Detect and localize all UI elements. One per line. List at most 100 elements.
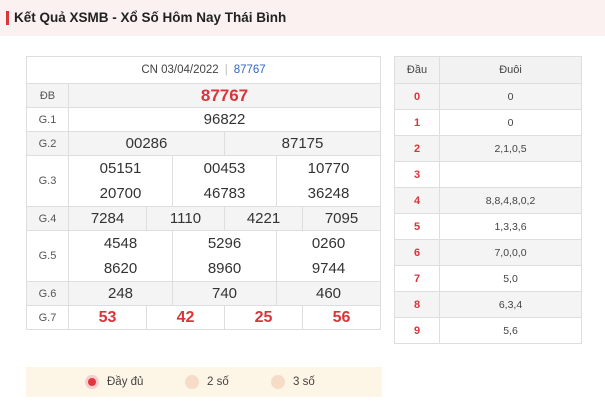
- prize-number: 9744: [311, 260, 346, 277]
- prize-number: 05151: [99, 160, 142, 177]
- prize-number: 7095: [302, 206, 381, 231]
- radio-icon[interactable]: [185, 374, 199, 389]
- loto-tail: 6,3,4: [439, 291, 582, 318]
- prize-label: G.6: [26, 281, 69, 306]
- prize-number: 87175: [224, 131, 381, 156]
- prize-row-g7: G.7 53 42 25 56: [26, 305, 381, 330]
- header-accent-bar: [6, 11, 9, 25]
- prize-number: 25: [224, 305, 303, 330]
- prize-number: 5296: [207, 235, 242, 252]
- prize-cell: 10770 36248: [276, 155, 381, 207]
- prize-number: 4548: [103, 235, 138, 252]
- loto-tail: 8,8,4,8,0,2: [439, 187, 582, 214]
- option-3-digits[interactable]: 3 số: [271, 374, 315, 390]
- prize-row-db: ĐB 87767: [26, 83, 381, 108]
- loto-tail: 1,3,3,6: [439, 213, 582, 240]
- prize-cell: 0260 9744: [276, 230, 381, 282]
- loto-row: 00: [394, 83, 582, 110]
- loto-tail: 0: [439, 83, 582, 110]
- loto-row: 7 5,0: [394, 265, 582, 292]
- prize-number: 46783: [203, 185, 246, 202]
- option-2-digits[interactable]: 2 số: [185, 374, 229, 390]
- loto-head: 0: [394, 83, 440, 110]
- prize-number: 36248: [307, 185, 350, 202]
- loto-head: 2: [394, 135, 440, 162]
- draw-code-link[interactable]: 87767: [234, 64, 266, 76]
- prize-row-g1: G.1 96822: [26, 107, 381, 132]
- results-table: CN 03/04/2022 | 87767 ĐB 87767 G.1 96822 G…: [26, 56, 381, 330]
- prize-number: 248: [68, 281, 173, 306]
- prize-number: 96822: [68, 107, 381, 132]
- page-title: Kết Quả XSMB - Xổ Số Hôm Nay Thái Bình: [14, 10, 287, 25]
- display-options: Đầy đủ 2 số 3 số: [26, 367, 382, 397]
- prize-label: G.5: [26, 230, 69, 282]
- loto-tail: 5,0: [439, 265, 582, 292]
- loto-tail: [439, 161, 582, 188]
- prize-label: G.7: [26, 305, 69, 330]
- loto-head: 5: [394, 213, 440, 240]
- loto-head: 3: [394, 161, 440, 188]
- prize-row-g3: G.3 05151 20700 00453 46783 10770 36248: [26, 155, 381, 207]
- prize-number: 7284: [68, 206, 147, 231]
- loto-row: 10: [394, 109, 582, 136]
- prize-number: 8620: [103, 260, 138, 277]
- loto-header-tail: Đuôi: [439, 56, 582, 84]
- loto-head: 1: [394, 109, 440, 136]
- prize-row-g4: G.4 7284 1110 4221 7095: [26, 206, 381, 231]
- prize-label: G.4: [26, 206, 69, 231]
- loto-head: 6: [394, 239, 440, 266]
- prize-cell: 5296 8960: [172, 230, 277, 282]
- loto-head: 8: [394, 291, 440, 318]
- date-separator: |: [224, 64, 228, 76]
- prize-number: 1110: [146, 206, 225, 231]
- loto-table: Đầu Đuôi 00 10 2 2,1,0,5 3 4 8,8,4,8,0,2 5…: [394, 56, 582, 344]
- draw-date-row: CN 03/04/2022 | 87767: [26, 56, 381, 84]
- loto-row: 9 5,6: [394, 317, 582, 344]
- loto-head: 9: [394, 317, 440, 344]
- page-header: Kết Quả XSMB - Xổ Số Hôm Nay Thái Bình: [0, 0, 605, 36]
- option-label: 2 số: [207, 376, 229, 388]
- loto-tail: 7,0,0,0: [439, 239, 582, 266]
- prize-number: 00286: [68, 131, 225, 156]
- loto-row: 5 1,3,3,6: [394, 213, 582, 240]
- prize-number: 10770: [307, 160, 350, 177]
- draw-date: CN 03/04/2022: [141, 64, 219, 76]
- prize-number: 8960: [207, 260, 242, 277]
- radio-icon[interactable]: [271, 374, 285, 389]
- loto-row: 6 7,0,0,0: [394, 239, 582, 266]
- loto-head: 4: [394, 187, 440, 214]
- prize-number: 0260: [311, 235, 346, 252]
- loto-row: 2 2,1,0,5: [394, 135, 582, 162]
- prize-number: 00453: [203, 160, 246, 177]
- option-label: Đầy đủ: [107, 376, 144, 388]
- prize-number: 4221: [224, 206, 303, 231]
- prize-row-g2: G.2 00286 87175: [26, 131, 381, 156]
- option-full[interactable]: Đầy đủ: [85, 374, 143, 390]
- prize-label: G.3: [26, 155, 69, 207]
- prize-cell: 05151 20700: [68, 155, 173, 207]
- prize-number: 20700: [99, 185, 142, 202]
- special-prize-number: 87767: [68, 83, 381, 108]
- loto-row: 3: [394, 161, 582, 188]
- prize-number: 53: [68, 305, 147, 330]
- loto-tail: 5,6: [439, 317, 582, 344]
- loto-header-head: Đầu: [394, 56, 440, 84]
- radio-selected-icon[interactable]: [85, 374, 99, 389]
- prize-cell: 4548 8620: [68, 230, 173, 282]
- prize-number: 740: [172, 281, 277, 306]
- loto-head: 7: [394, 265, 440, 292]
- option-label: 3 số: [293, 376, 315, 388]
- prize-row-g6: G.6 248 740 460: [26, 281, 381, 306]
- prize-label: G.1: [26, 107, 69, 132]
- prize-label: ĐB: [26, 83, 69, 108]
- prize-label: G.2: [26, 131, 69, 156]
- prize-row-g5: G.5 4548 8620 5296 8960 0260 9744: [26, 230, 381, 282]
- loto-tail: 0: [439, 109, 582, 136]
- loto-row: 4 8,8,4,8,0,2: [394, 187, 582, 214]
- prize-number: 42: [146, 305, 225, 330]
- prize-number: 460: [276, 281, 381, 306]
- prize-number: 56: [302, 305, 381, 330]
- loto-tail: 2,1,0,5: [439, 135, 582, 162]
- prize-cell: 00453 46783: [172, 155, 277, 207]
- loto-row: 8 6,3,4: [394, 291, 582, 318]
